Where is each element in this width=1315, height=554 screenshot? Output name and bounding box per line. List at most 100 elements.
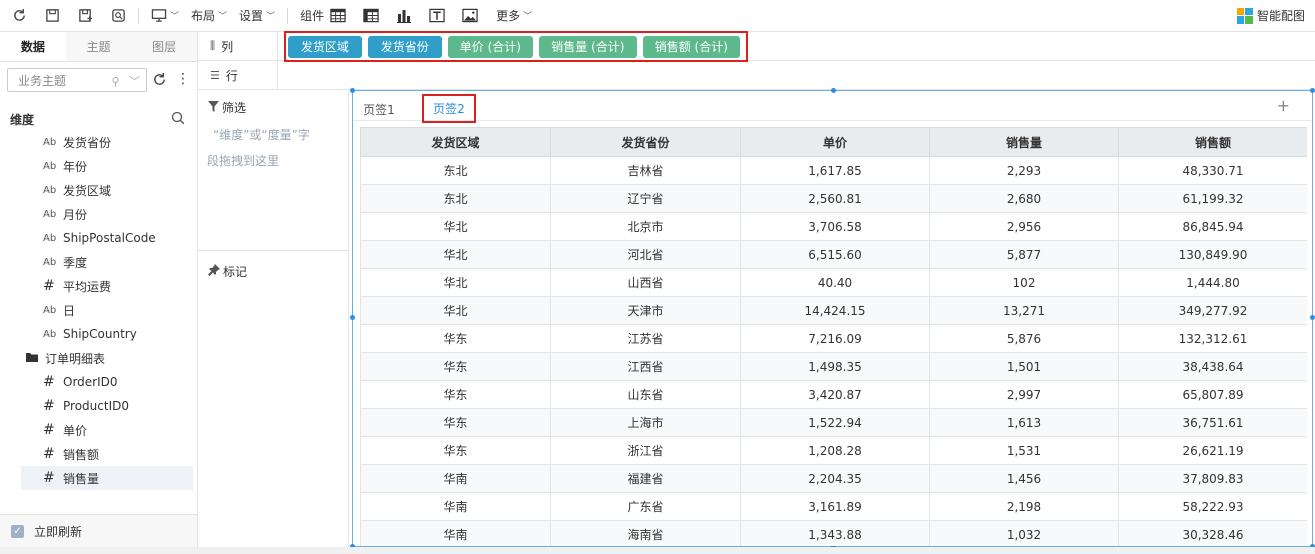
table-cell[interactable]: 2,997	[929, 380, 1119, 409]
canvas-component[interactable]: 页签1 页签2 + 发货区域 发货省份 单价 销售量 销售额 东北 吉林省 1,61…	[350, 88, 1315, 549]
more-menu[interactable]: 更多 ﹀	[496, 7, 532, 24]
table-cell[interactable]: 华北	[360, 268, 551, 297]
horizontal-scrollbar[interactable]	[0, 547, 1315, 554]
table-cell[interactable]: 61,199.32	[1118, 184, 1307, 213]
table-cell[interactable]: 5,877	[929, 240, 1119, 269]
table-cell[interactable]: 北京市	[550, 212, 741, 241]
table-cell[interactable]: 14,424.15	[740, 296, 930, 325]
refresh-icon[interactable]	[152, 72, 168, 88]
smart-chart-button[interactable]: 智能配图	[1236, 7, 1305, 24]
list-item[interactable]: # OrderID0	[21, 370, 193, 394]
refresh-icon[interactable]	[11, 8, 27, 24]
list-item-selected[interactable]: # 销售量	[21, 466, 193, 490]
resize-handle[interactable]	[1310, 315, 1315, 320]
table-cell[interactable]: 40.40	[740, 268, 930, 297]
table-cell[interactable]: 130,849.90	[1118, 240, 1307, 269]
table-cell[interactable]: 华北	[360, 296, 551, 325]
pill-ship-region[interactable]: 发货区域	[288, 35, 362, 58]
list-item[interactable]: Ab 季度	[21, 250, 193, 274]
list-item[interactable]: # 平均运费	[21, 274, 193, 298]
table-cell[interactable]: 2,198	[929, 492, 1119, 521]
mark-section[interactable]: 标记	[208, 263, 247, 280]
table-cell[interactable]: 华东	[360, 408, 551, 437]
table-cell[interactable]: 132,312.61	[1118, 324, 1307, 353]
table-cell[interactable]: 349,277.92	[1118, 296, 1307, 325]
table-cell[interactable]: 3,161.89	[740, 492, 930, 521]
table-cell[interactable]: 华东	[360, 436, 551, 465]
table-cell[interactable]: 上海市	[550, 408, 741, 437]
image-icon[interactable]	[462, 8, 478, 24]
table-cell[interactable]: 1,522.94	[740, 408, 930, 437]
table-cell[interactable]: 1,032	[929, 520, 1119, 546]
column-header[interactable]: 单价	[740, 127, 930, 157]
table-cell[interactable]: 102	[929, 268, 1119, 297]
crosstab-icon[interactable]	[363, 8, 379, 24]
tab-data[interactable]: 数据	[0, 32, 66, 61]
tab-page-2[interactable]: 页签2	[422, 94, 476, 123]
table-cell[interactable]: 38,438.64	[1118, 352, 1307, 381]
screen-menu[interactable]: ﹀	[151, 8, 179, 23]
list-item[interactable]: Ab 发货区域	[21, 178, 193, 202]
table-cell[interactable]: 1,456	[929, 464, 1119, 493]
table-cell[interactable]: 1,613	[929, 408, 1119, 437]
table-cell[interactable]: 65,807.89	[1118, 380, 1307, 409]
list-item[interactable]: # 单价	[21, 418, 193, 442]
settings-menu[interactable]: 设置 ﹀	[239, 7, 275, 24]
pill-unit-price-sum[interactable]: 单价 (合计)	[447, 35, 534, 58]
table-cell[interactable]: 辽宁省	[550, 184, 741, 213]
table-cell[interactable]: 海南省	[550, 520, 741, 546]
filter-drop-hint[interactable]: “维度”或“度量”字 段拖拽到这里	[207, 122, 342, 174]
table-cell[interactable]: 河北省	[550, 240, 741, 269]
column-header[interactable]: 发货省份	[550, 127, 741, 157]
table-cell[interactable]: 福建省	[550, 464, 741, 493]
preview-icon[interactable]	[110, 8, 126, 24]
list-item[interactable]: Ab 发货省份	[21, 130, 193, 154]
table-cell[interactable]: 吉林省	[550, 156, 741, 185]
table-cell[interactable]: 华南	[360, 492, 551, 521]
table-cell[interactable]: 1,343.88	[740, 520, 930, 546]
table-cell[interactable]: 37,809.83	[1118, 464, 1307, 493]
pill-ship-province[interactable]: 发货省份	[367, 35, 442, 58]
table-cell[interactable]: 山东省	[550, 380, 741, 409]
table-cell[interactable]: 2,680	[929, 184, 1119, 213]
table-cell[interactable]: 华东	[360, 324, 551, 353]
table-cell[interactable]: 1,444.80	[1118, 268, 1307, 297]
table-cell[interactable]: 3,706.58	[740, 212, 930, 241]
table-cell[interactable]: 1,617.85	[740, 156, 930, 185]
table-cell[interactable]: 2,956	[929, 212, 1119, 241]
add-tab-icon[interactable]: +	[1277, 96, 1290, 115]
table-cell[interactable]: 华东	[360, 380, 551, 409]
table-cell[interactable]: 江苏省	[550, 324, 741, 353]
auto-refresh-toggle[interactable]: ✓ 立即刷新	[0, 514, 197, 547]
list-item[interactable]: Ab 年份	[21, 154, 193, 178]
pill-sales-amount-sum[interactable]: 销售额 (合计)	[642, 35, 740, 58]
list-item[interactable]: Ab 日	[21, 298, 193, 322]
table-cell[interactable]: 86,845.94	[1118, 212, 1307, 241]
table-icon[interactable]	[330, 8, 346, 24]
table-cell[interactable]: 华东	[360, 352, 551, 381]
column-header[interactable]: 发货区域	[360, 127, 551, 157]
business-topic-select[interactable]: 业务主题 ⚲ ﹀	[7, 68, 147, 92]
tab-page-1[interactable]: 页签1	[361, 97, 397, 121]
table-cell[interactable]: 36,751.61	[1118, 408, 1307, 437]
table-cell[interactable]: 华南	[360, 464, 551, 493]
column-header[interactable]: 销售量	[929, 127, 1119, 157]
bar-chart-icon[interactable]	[396, 8, 412, 24]
table-cell[interactable]: 江西省	[550, 352, 741, 381]
table-cell[interactable]: 广东省	[550, 492, 741, 521]
table-cell[interactable]: 5,876	[929, 324, 1119, 353]
table-cell[interactable]: 天津市	[550, 296, 741, 325]
list-item[interactable]: Ab ShipCountry	[21, 322, 193, 346]
text-box-icon[interactable]	[429, 8, 445, 24]
table-cell[interactable]: 2,293	[929, 156, 1119, 185]
table-cell[interactable]: 东北	[360, 156, 551, 185]
table-cell[interactable]: 26,621.19	[1118, 436, 1307, 465]
table-cell[interactable]: 7,216.09	[740, 324, 930, 353]
table-cell[interactable]: 48,330.71	[1118, 156, 1307, 185]
table-cell[interactable]: 华北	[360, 240, 551, 269]
table-cell[interactable]: 浙江省	[550, 436, 741, 465]
checkbox-checked-icon[interactable]: ✓	[11, 524, 24, 538]
save-as-icon[interactable]	[77, 8, 93, 24]
filter-section[interactable]: 筛选	[208, 99, 246, 116]
list-item[interactable]: # 销售额	[21, 442, 193, 466]
